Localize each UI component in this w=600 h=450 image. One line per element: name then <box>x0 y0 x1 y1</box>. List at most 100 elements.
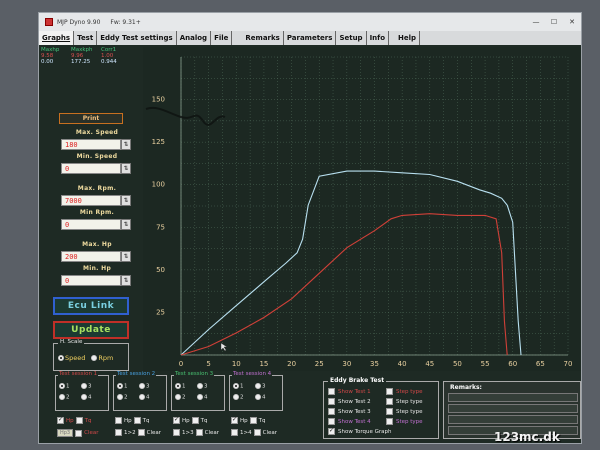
show-test-3-checkbox[interactable] <box>328 408 335 415</box>
x-tick-label: 45 <box>425 360 434 368</box>
show-test-4-checkbox[interactable] <box>328 418 335 425</box>
session-radio[interactable]: 1 <box>59 383 81 390</box>
session-radio[interactable]: 3 <box>255 383 277 390</box>
x-tick-label: 60 <box>508 360 517 368</box>
max-speed-input[interactable]: 180 <box>61 139 121 150</box>
radio-icon <box>59 393 65 400</box>
hp-checkbox[interactable] <box>231 416 238 424</box>
x-tick-label: 5 <box>206 360 210 368</box>
menu-setup[interactable]: Setup <box>336 31 367 45</box>
session-radio[interactable]: 4 <box>139 393 161 400</box>
tq-checkbox[interactable] <box>75 417 83 424</box>
tq-checkbox[interactable] <box>249 417 257 424</box>
hp-checkbox[interactable] <box>115 417 122 424</box>
compare-checkbox[interactable] <box>231 429 238 436</box>
y-tick-label: 150 <box>152 96 165 104</box>
min-hp-input[interactable]: 0 <box>61 275 121 286</box>
remarks-line[interactable] <box>448 393 578 402</box>
session-radio[interactable]: 1 <box>175 383 197 390</box>
menu-analog[interactable]: Analog <box>177 31 212 45</box>
ecu-link-button[interactable]: Ecu Link <box>53 297 129 315</box>
checkbox-label: Step type <box>396 388 423 395</box>
show-torque-checkbox[interactable] <box>328 427 335 435</box>
hp-checkbox[interactable] <box>173 416 180 424</box>
menu-eddy-test-settings[interactable]: Eddy Test settings <box>97 31 177 45</box>
session-3-actions: 1>3 Clear <box>173 429 219 436</box>
spin-icon[interactable]: ⇅ <box>121 163 131 174</box>
session-radio[interactable]: 3 <box>197 383 219 390</box>
checkbox-label: Tq <box>258 417 266 424</box>
show-test-1-checkbox[interactable] <box>328 388 335 395</box>
tq-checkbox[interactable] <box>133 417 141 424</box>
show-test-2-checkbox[interactable] <box>328 398 335 405</box>
spin-icon[interactable]: ⇅ <box>121 195 131 206</box>
print-button[interactable]: Print <box>59 113 123 124</box>
eddy-title: Eddy Brake Test <box>328 377 387 384</box>
h-scale-rpm-option[interactable]: Rpm <box>91 354 113 362</box>
checkbox-label: Show Test 1 <box>338 388 371 395</box>
clear-checkbox[interactable] <box>253 429 261 436</box>
close-button[interactable]: ✕ <box>563 13 581 31</box>
clear-checkbox[interactable] <box>195 429 203 436</box>
session-radio[interactable]: 3 <box>81 383 103 390</box>
radio-label: 2 <box>182 394 186 400</box>
session-radio[interactable]: 3 <box>139 383 161 390</box>
clear-checkbox[interactable] <box>137 429 145 436</box>
session-radio[interactable]: 4 <box>197 393 219 400</box>
session-radio[interactable]: 1 <box>117 383 139 390</box>
spin-icon[interactable]: ⇅ <box>121 219 131 230</box>
update-button[interactable]: Update <box>53 321 129 339</box>
menu-file[interactable]: File <box>211 31 233 45</box>
minimize-button[interactable]: — <box>527 13 545 31</box>
session-radio[interactable]: 4 <box>255 393 277 400</box>
session-radio[interactable]: 2 <box>117 393 139 400</box>
session-label: Test session 1 <box>58 371 99 377</box>
session-radio[interactable]: 1 <box>233 383 255 390</box>
step-type-3-checkbox[interactable] <box>386 408 393 415</box>
step-type-2-row: Step type <box>386 398 423 405</box>
hp-checkbox[interactable] <box>57 416 64 424</box>
spin-icon[interactable]: ⇅ <box>121 275 131 286</box>
step-type-4-checkbox[interactable] <box>386 418 393 425</box>
remarks-line[interactable] <box>448 404 578 413</box>
step-type-3-row: Step type <box>386 408 423 415</box>
stats-readout: Maxhp Maxkph Corr1 9.58 9.96 1.00 0.00 1… <box>41 47 141 65</box>
menu-graphs[interactable]: Graphs <box>39 31 75 45</box>
session-radio[interactable]: 2 <box>175 393 197 400</box>
min-rpm-input[interactable]: 0 <box>61 219 121 230</box>
menu-help[interactable]: Help <box>395 31 421 45</box>
spin-icon[interactable]: ⇅ <box>121 251 131 262</box>
radio-label: 1 <box>66 383 70 390</box>
remarks-line[interactable] <box>448 415 578 424</box>
step-type-1-checkbox[interactable] <box>386 388 393 395</box>
min-rpm-label: Min Rpm. <box>79 209 115 216</box>
menu-test[interactable]: Test <box>74 31 98 45</box>
radio-label: 3 <box>146 383 150 390</box>
h-scale-speed-option[interactable]: Speed <box>58 354 85 362</box>
max-rpm-input[interactable]: 7000 <box>61 195 121 206</box>
session-radio[interactable]: 2 <box>233 393 255 400</box>
menu-remarks[interactable]: Remarks <box>242 31 284 45</box>
max-hp-input[interactable]: 200 <box>61 251 121 262</box>
checkbox-label: Clear <box>262 429 277 436</box>
session-radio[interactable]: 4 <box>81 393 103 400</box>
min-speed-input[interactable]: 0 <box>61 163 121 174</box>
session-3-options: Hp Tq <box>173 416 208 424</box>
radio-icon <box>255 383 261 389</box>
radio-icon <box>175 393 181 400</box>
compare-checkbox[interactable] <box>115 429 122 436</box>
step-type-2-checkbox[interactable] <box>386 398 393 405</box>
radio-icon <box>139 393 145 400</box>
spin-icon[interactable]: ⇅ <box>121 139 131 150</box>
tq-checkbox[interactable] <box>191 417 199 424</box>
menu-info[interactable]: Info <box>367 31 390 45</box>
hp3-button[interactable]: Hp3 <box>57 429 74 437</box>
session-radio[interactable]: 2 <box>59 393 81 400</box>
compare-checkbox[interactable] <box>173 429 180 436</box>
session-label: Test session 4 <box>232 371 273 377</box>
clear-checkbox[interactable] <box>75 429 83 437</box>
option-label: Rpm <box>98 354 114 362</box>
menu-parameters[interactable]: Parameters <box>284 31 337 45</box>
checkbox-label: Tq <box>84 417 92 424</box>
maximize-button[interactable]: ☐ <box>545 13 563 31</box>
